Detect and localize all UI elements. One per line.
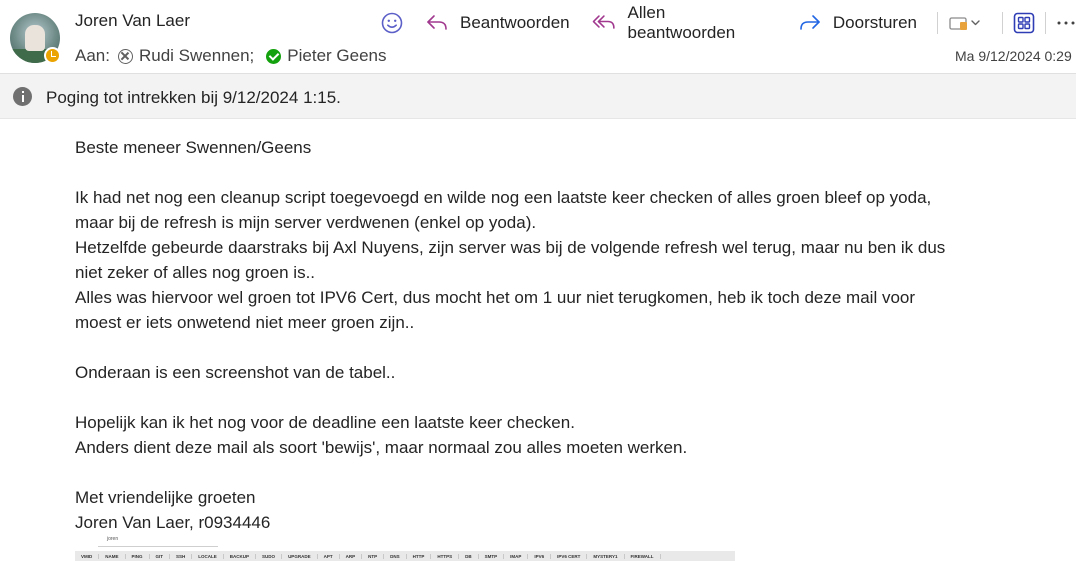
table-column-header: UPGRADE bbox=[282, 553, 318, 559]
message-line: Alles was hiervoor wel groen tot IPV6 Ce… bbox=[75, 288, 916, 307]
table-column-header: FIREWALL bbox=[625, 553, 661, 559]
table-column-header: PING bbox=[126, 553, 150, 559]
message-date: Ma 9/12/2024 0:29 bbox=[955, 48, 1072, 64]
table-column-header: GIT bbox=[150, 553, 171, 559]
message-line: Hopelijk kan ik het nog voor de deadline… bbox=[75, 413, 575, 432]
table-column-header: APT bbox=[318, 553, 340, 559]
recipient-name: Pieter Geens bbox=[287, 46, 387, 65]
reply-icon bbox=[427, 15, 447, 30]
forward-icon bbox=[800, 15, 820, 30]
toolbar-divider bbox=[1002, 12, 1004, 34]
message-line: maar bij de refresh is mijn server verdw… bbox=[75, 213, 537, 232]
message-line: Onderaan is een screenshot van de tabel.… bbox=[75, 363, 396, 382]
forward-button[interactable]: Doorsturen bbox=[799, 6, 917, 40]
more-actions-dropdown[interactable] bbox=[948, 6, 982, 40]
message-toolbar: Beantwoorden Allen beantwoorden Doorstur… bbox=[380, 3, 1076, 42]
presence-away-icon bbox=[44, 47, 61, 64]
recipient-rudi[interactable]: Rudi Swennen; bbox=[117, 46, 255, 66]
message-line: niet zeker of alles nog groen is.. bbox=[75, 263, 316, 282]
recipient-pieter[interactable]: Pieter Geens bbox=[266, 46, 387, 66]
info-icon bbox=[13, 87, 32, 106]
reply-all-icon bbox=[592, 15, 615, 29]
table-column-header: ARP bbox=[340, 553, 363, 559]
table-column-header: HTTP bbox=[407, 553, 432, 559]
forward-label: Doorsturen bbox=[832, 13, 918, 32]
toolbar-divider bbox=[937, 12, 939, 34]
table-column-header: BACKUP bbox=[224, 553, 257, 559]
embedded-screenshot-table[interactable]: VMID NAME PING GIT SSH LOCALE BACKUP SUDO UPGRAD… bbox=[75, 551, 735, 561]
table-column-header: SUDO bbox=[256, 553, 283, 559]
apps-button[interactable] bbox=[1013, 6, 1035, 40]
table-column-header: IMAP bbox=[504, 553, 529, 559]
recall-info-bar: Poging tot intrekken bij 9/12/2024 1:15. bbox=[0, 73, 1076, 119]
table-column-header: VMID bbox=[75, 553, 100, 559]
table-column-header: DB bbox=[459, 553, 479, 559]
screenshot-rule bbox=[98, 546, 218, 547]
message-body: Beste meneer Swennen/Geens Ik had net nog… bbox=[75, 135, 1065, 535]
table-column-header: SMTP bbox=[479, 553, 505, 559]
message-line: moest er iets onwetend niet meer groen z… bbox=[75, 313, 415, 332]
table-column-header: NTP bbox=[362, 553, 385, 559]
reply-label: Beantwoorden bbox=[460, 13, 570, 32]
available-check-icon bbox=[266, 48, 282, 64]
table-column-header: HTTPS bbox=[431, 553, 460, 559]
reply-all-button[interactable]: Allen beantwoorden bbox=[592, 3, 777, 42]
reply-button[interactable]: Beantwoorden bbox=[426, 6, 570, 40]
table-column-header: MYSTERY1 bbox=[587, 553, 625, 559]
table-column-header: NAME bbox=[99, 553, 126, 559]
message-line: Ik had net nog een cleanup script toegev… bbox=[75, 188, 932, 207]
message-actions-icon bbox=[949, 17, 980, 30]
message-line: Joren Van Laer, r0934446 bbox=[75, 513, 271, 532]
sender-name[interactable]: Joren Van Laer bbox=[75, 11, 190, 31]
message-header: Joren Van Laer Aan: Rudi Swennen; Pieter… bbox=[0, 0, 1076, 73]
ellipsis-icon bbox=[1057, 21, 1075, 25]
table-column-header: IPV6 CERT bbox=[551, 553, 588, 559]
message-line: Met vriendelijke groeten bbox=[75, 488, 256, 507]
table-column-header: DNS bbox=[384, 553, 407, 559]
message-line: Beste meneer Swennen/Geens bbox=[75, 138, 312, 157]
table-column-header: IPV6 bbox=[528, 553, 552, 559]
recipient-name: Rudi Swennen; bbox=[138, 46, 255, 65]
message-line: Hetzelfde gebeurde daarstraks bij Axl Nu… bbox=[75, 238, 946, 257]
table-column-header: LOCALE bbox=[192, 553, 224, 559]
to-label: Aan: bbox=[75, 46, 110, 65]
reaction-button[interactable] bbox=[380, 6, 404, 40]
reply-all-label: Allen beantwoorden bbox=[627, 3, 736, 42]
more-options-button[interactable] bbox=[1056, 6, 1076, 40]
table-column-header: SSH bbox=[170, 553, 193, 559]
smiley-icon bbox=[381, 12, 403, 34]
message-line: Anders dient deze mail als soort 'bewijs… bbox=[75, 438, 688, 457]
blocked-icon bbox=[117, 48, 133, 64]
avatar-person bbox=[25, 25, 45, 51]
recipients-row: Aan: Rudi Swennen; Pieter Geens bbox=[75, 46, 399, 66]
apps-grid-icon bbox=[1013, 12, 1035, 34]
recall-info-text: Poging tot intrekken bij 9/12/2024 1:15. bbox=[46, 88, 341, 107]
screenshot-label: joren bbox=[107, 536, 119, 542]
toolbar-divider bbox=[1045, 12, 1047, 34]
